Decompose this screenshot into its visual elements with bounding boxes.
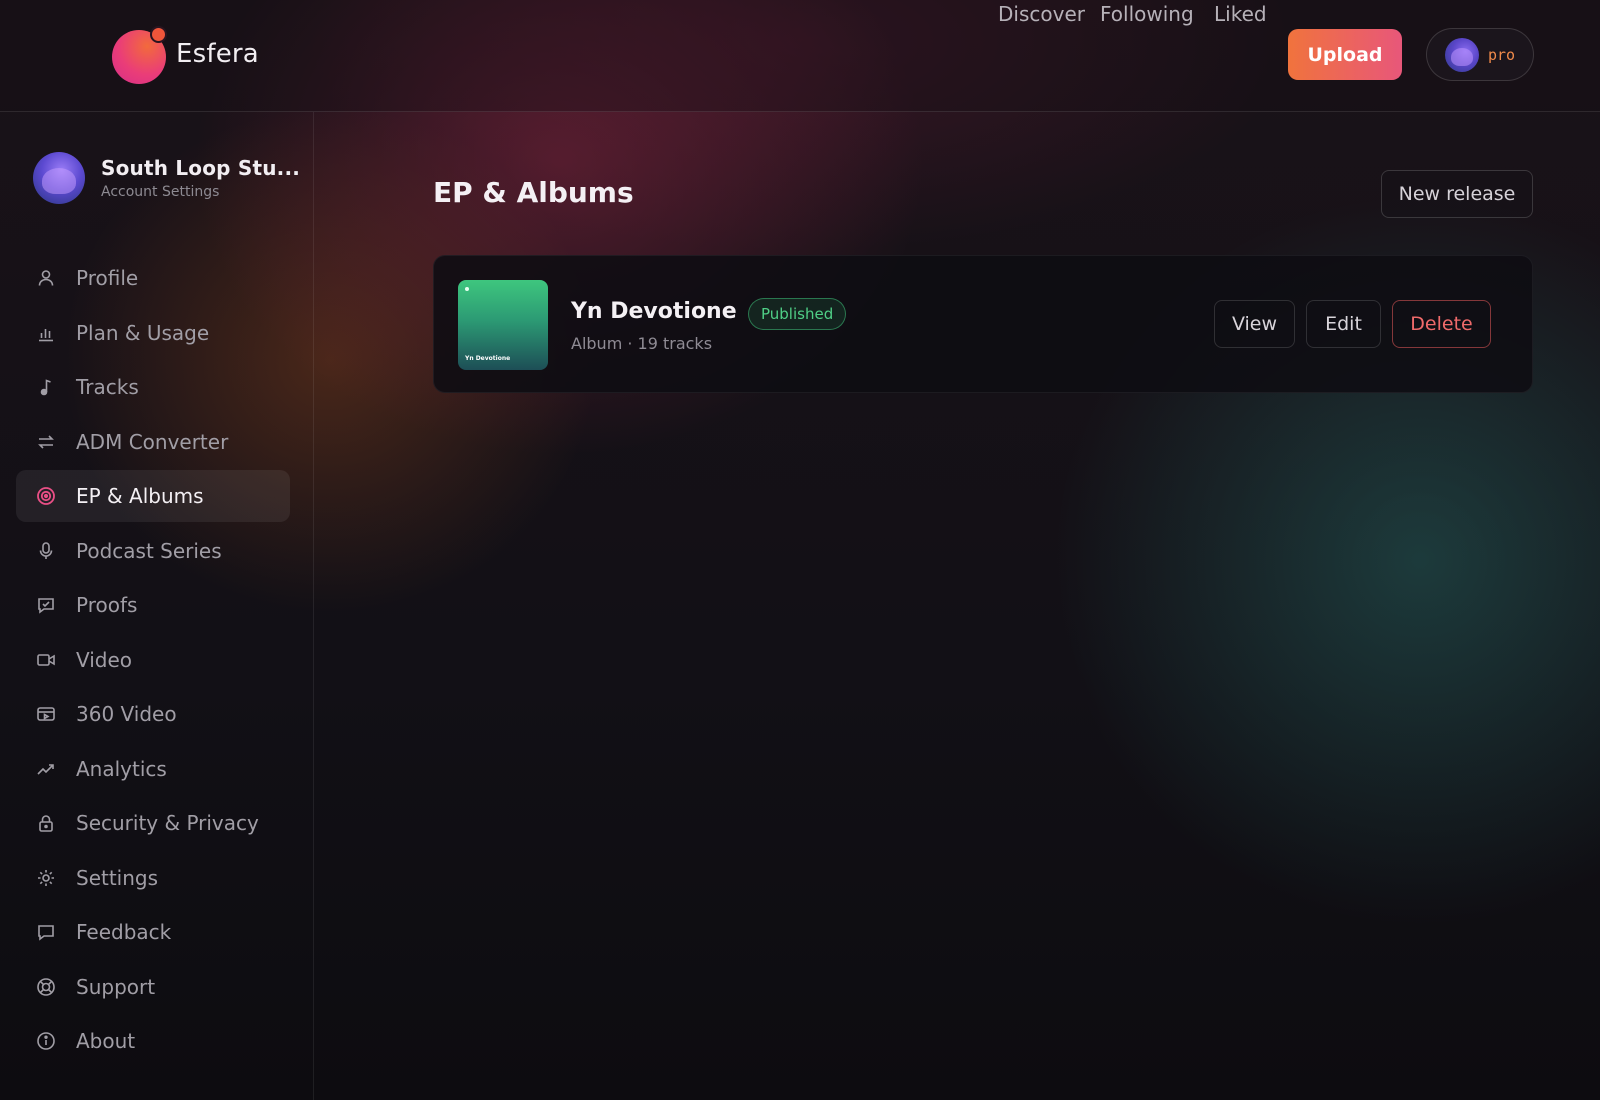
sidebar-item-label: Video	[76, 647, 133, 672]
album-cover[interactable]: Yn Devotione	[458, 280, 548, 370]
release-card: Yn Devotione Yn Devotione Published Albu…	[433, 255, 1533, 393]
new-release-button[interactable]: New release	[1381, 170, 1533, 218]
delete-button[interactable]: Delete	[1392, 300, 1491, 348]
gear-icon	[36, 868, 56, 888]
chat-check-icon	[36, 595, 56, 615]
sidebar-item-label: EP & Albums	[76, 484, 204, 508]
music-note-icon	[36, 377, 56, 397]
page-title: EP & Albums	[433, 176, 634, 209]
avatar	[33, 152, 85, 204]
swap-arrows-icon	[36, 432, 56, 452]
lock-icon	[36, 813, 56, 833]
sidebar-item-label: Settings	[76, 865, 159, 890]
sidebar-item-label: Plan & Usage	[76, 320, 210, 345]
target-icon	[36, 486, 56, 506]
video-camera-icon	[36, 650, 56, 670]
release-title: Yn Devotione	[571, 299, 737, 324]
sidebar-item-360-video[interactable]: 360 Video	[16, 688, 290, 740]
status-badge: Published	[748, 298, 847, 330]
sidebar-item-label: ADM Converter	[76, 429, 229, 454]
sidebar-item-ep-albums[interactable]: EP & Albums	[16, 470, 290, 522]
user-icon	[36, 268, 56, 288]
album-cover-title: Yn Devotione	[465, 355, 511, 362]
sidebar-item-label: Profile	[76, 266, 139, 290]
main-content: EP & Albums New release Yn Devotione Yn …	[314, 112, 1600, 1100]
sidebar-item-adm-converter[interactable]: ADM Converter	[16, 416, 290, 468]
avatar	[1445, 37, 1479, 72]
account-header[interactable]: South Loop Stu... Account Settings	[33, 152, 300, 204]
sidebar-item-security-privacy[interactable]: Security & Privacy	[16, 797, 290, 849]
upload-button[interactable]: Upload	[1288, 29, 1402, 80]
view-button[interactable]: View	[1214, 300, 1295, 348]
sidebar-item-profile[interactable]: Profile	[16, 252, 290, 304]
lifebuoy-icon	[36, 977, 56, 997]
app-name: Esfera	[176, 39, 259, 69]
sidebar-item-label: Support	[76, 974, 156, 999]
sidebar-item-label: Security & Privacy	[76, 811, 259, 835]
sidebar-item-tracks[interactable]: Tracks	[16, 361, 290, 413]
video-360-icon	[36, 704, 56, 724]
sidebar-item-about[interactable]: About	[16, 1015, 290, 1067]
account-subtitle: Account Settings	[101, 184, 220, 200]
plan-badge: pro	[1488, 45, 1516, 64]
top-bar: Esfera Discover Following Liked Upload p…	[0, 0, 1600, 112]
nav-discover[interactable]: Discover	[998, 2, 1085, 26]
sidebar-item-label: Podcast Series	[76, 538, 222, 563]
nav-following[interactable]: Following	[1100, 2, 1194, 26]
bar-chart-icon	[36, 323, 56, 343]
account-name: South Loop Stu...	[101, 156, 301, 180]
sidebar-item-feedback[interactable]: Feedback	[16, 906, 290, 958]
sidebar-item-support[interactable]: Support	[16, 961, 290, 1013]
nav-liked[interactable]: Liked	[1214, 2, 1267, 26]
sidebar-item-proofs[interactable]: Proofs	[16, 579, 290, 631]
edit-button[interactable]: Edit	[1306, 300, 1381, 348]
trend-up-icon	[36, 759, 56, 779]
sidebar-item-label: 360 Video	[76, 702, 177, 726]
sidebar: South Loop Stu... Account Settings Profi…	[0, 112, 314, 1100]
release-meta: Album · 19 tracks	[571, 334, 713, 353]
sidebar-item-label: Tracks	[76, 375, 139, 399]
sidebar-item-settings[interactable]: Settings	[16, 852, 290, 904]
sidebar-item-podcast-series[interactable]: Podcast Series	[16, 525, 290, 577]
sidebar-item-label: Feedback	[76, 920, 172, 944]
user-menu-button[interactable]: pro	[1426, 28, 1534, 81]
microphone-icon	[36, 541, 56, 561]
sidebar-item-label: Proofs	[76, 593, 138, 617]
logo-icon	[112, 26, 168, 84]
settings-menu: Profile Plan & Usage Tracks ADM Converte…	[16, 252, 290, 1070]
chat-bubble-icon	[36, 922, 56, 942]
app-logo[interactable]: Esfera	[112, 26, 259, 84]
sidebar-item-video[interactable]: Video	[16, 634, 290, 686]
sidebar-item-label: Analytics	[76, 756, 167, 781]
sidebar-item-analytics[interactable]: Analytics	[16, 743, 290, 795]
sidebar-item-plan-usage[interactable]: Plan & Usage	[16, 307, 290, 359]
info-icon	[36, 1031, 56, 1051]
sidebar-item-label: About	[76, 1029, 136, 1053]
